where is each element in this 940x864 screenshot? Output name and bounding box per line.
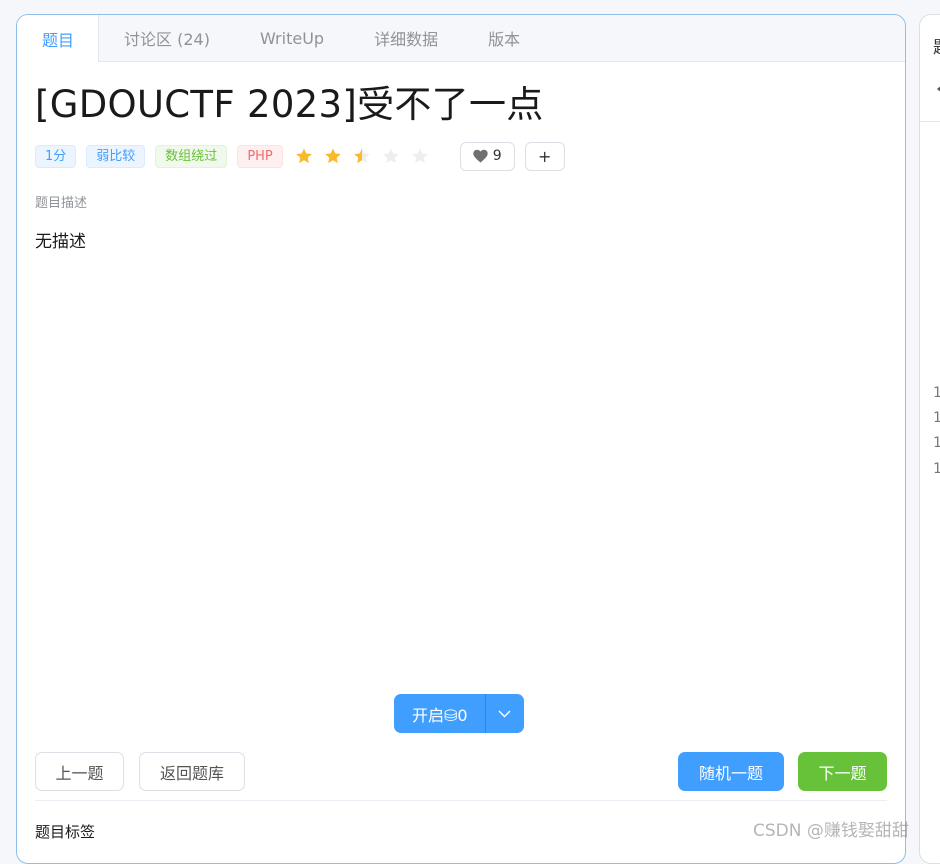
- start-instance-group: 开启⛁0: [394, 694, 524, 733]
- star-icon[interactable]: [411, 145, 440, 167]
- star-icon[interactable]: [295, 145, 324, 167]
- tag-php[interactable]: PHP: [237, 144, 283, 168]
- side-panel: 题 1 1 1 1: [919, 14, 940, 864]
- line-number: 1: [933, 410, 940, 426]
- star-icon[interactable]: [324, 145, 353, 167]
- random-problem-button[interactable]: 随机一题: [678, 752, 784, 791]
- tag-array-bypass[interactable]: 数组绕过: [155, 144, 228, 168]
- tab-bar: 题目 讨论区 (24) WriteUp 详细数据 版本: [17, 15, 905, 62]
- tab-problem[interactable]: 题目: [17, 15, 100, 62]
- tag-score: 1分: [35, 144, 77, 168]
- add-button[interactable]: +: [524, 141, 565, 171]
- problem-content: [GDOUCTF 2023]受不了一点 1分 弱比较 数组绕过 PHP 9 + …: [17, 82, 905, 252]
- description-text: 无描述: [35, 232, 86, 252]
- page-title: [GDOUCTF 2023]受不了一点: [35, 83, 544, 126]
- watermark: CSDN @赚钱娶甜甜: [753, 821, 909, 841]
- description-label: 题目描述: [35, 196, 88, 211]
- line-number: 1: [933, 385, 940, 401]
- like-button[interactable]: 9: [459, 141, 515, 171]
- heart-icon: [473, 149, 488, 163]
- side-panel-title: 题: [933, 33, 940, 58]
- star-icon[interactable]: [382, 145, 411, 167]
- tag-weak-comparison[interactable]: 弱比较: [86, 144, 146, 168]
- side-panel-divider: [920, 121, 940, 122]
- tab-detailed-data[interactable]: 详细数据: [349, 15, 463, 61]
- tab-discussion[interactable]: 讨论区 (24): [99, 15, 235, 61]
- prev-problem-button[interactable]: 上一题: [35, 752, 124, 791]
- tab-writeup[interactable]: WriteUp: [235, 15, 349, 61]
- line-number: 1: [933, 461, 940, 477]
- like-count: 9: [492, 148, 502, 164]
- start-dropdown-button[interactable]: [485, 694, 524, 733]
- star-rating[interactable]: [295, 145, 440, 167]
- line-number: 1: [933, 435, 940, 451]
- star-icon[interactable]: [353, 145, 382, 167]
- start-instance-button[interactable]: 开启⛁0: [394, 694, 486, 733]
- chevron-down-icon: [498, 710, 511, 717]
- problem-card: 题目 讨论区 (24) WriteUp 详细数据 版本 [GDOUCTF 202…: [16, 14, 906, 864]
- problem-tags-heading: 题目标签: [35, 823, 96, 841]
- next-problem-button[interactable]: 下一题: [798, 752, 887, 791]
- section-divider: [35, 800, 887, 801]
- arrow-left-icon[interactable]: [935, 83, 940, 95]
- tab-version[interactable]: 版本: [463, 15, 545, 61]
- meta-row: 1分 弱比较 数组绕过 PHP 9 +: [35, 141, 887, 171]
- back-to-library-button[interactable]: 返回题库: [139, 752, 245, 791]
